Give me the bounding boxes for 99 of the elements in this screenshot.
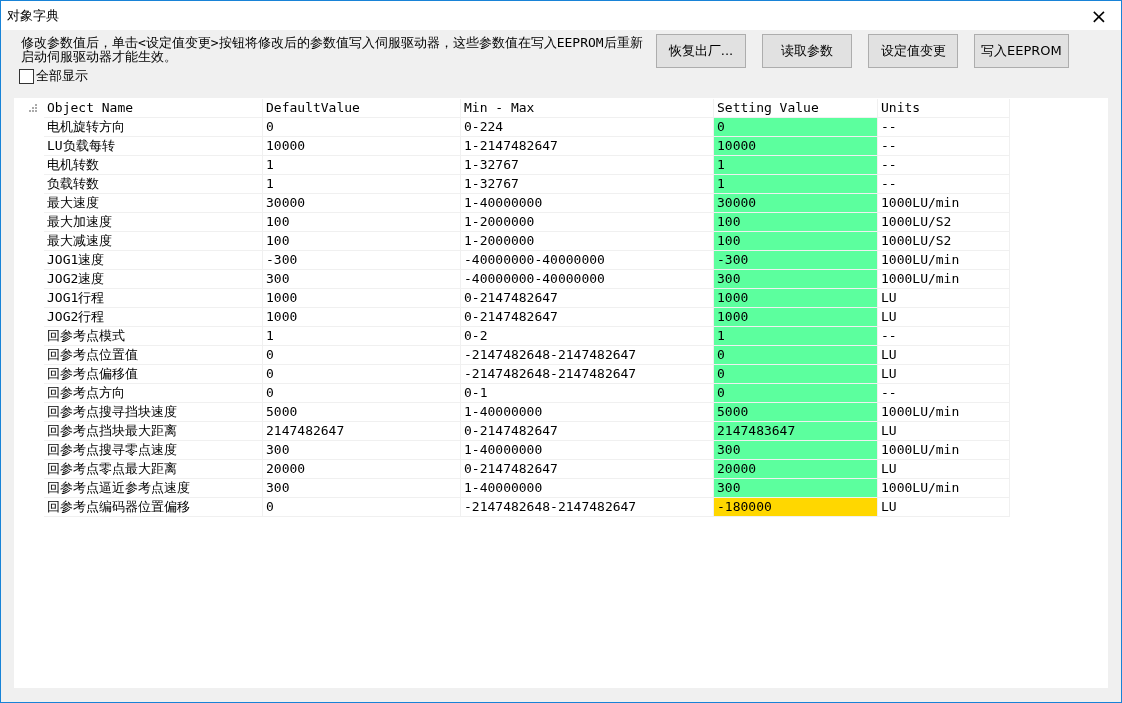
column-header[interactable]: Units xyxy=(877,99,1010,118)
table-cell: 回参考点编码器位置偏移 xyxy=(44,497,263,517)
table-cell: 回参考点偏移值 xyxy=(44,364,263,384)
table-cell: 1000LU/min xyxy=(877,478,1010,498)
table-cell: 回参考点挡块最大距离 xyxy=(44,421,263,441)
toolbar-button[interactable]: 恢复出厂... xyxy=(656,34,746,68)
table-cell: -2147482648-2147482647 xyxy=(460,364,714,384)
column-header[interactable]: Setting Value xyxy=(713,99,878,118)
table-cell: 1-40000000 xyxy=(460,440,714,460)
table-cell: 回参考点零点最大距离 xyxy=(44,459,263,479)
table-cell: 回参考点模式 xyxy=(44,326,263,346)
table-cell: 1000LU/min xyxy=(877,193,1010,213)
instruction-text: 修改参数值后，单击<设定值变更>按钮将修改后的参数值写入伺服驱动器，这些参数值在写入EEPROM后重新启动伺服驱动器才能生效。 xyxy=(21,36,644,64)
table-cell: LU xyxy=(877,345,1010,365)
table-cell: JOG1行程 xyxy=(44,288,263,308)
table-cell: -2147482648-2147482647 xyxy=(460,497,714,517)
table-cell: 0-2 xyxy=(460,326,714,346)
table-cell: -- xyxy=(877,174,1010,194)
toolbar-button[interactable]: 设定值变更 xyxy=(868,34,958,68)
table-cell: 1-2147482647 xyxy=(460,136,714,156)
table-cell: 1-32767 xyxy=(460,174,714,194)
table-cell: 100 xyxy=(262,231,461,251)
table-cell: 0 xyxy=(262,364,461,384)
table-cell: 回参考点逼近参考点速度 xyxy=(44,478,263,498)
table-cell: 1000LU/min xyxy=(877,250,1010,270)
checkbox-label[interactable]: 全部显示 xyxy=(36,67,88,85)
table-cell: -300 xyxy=(262,250,461,270)
table-cell: 5000 xyxy=(262,402,461,422)
table-cell: 回参考点搜寻零点速度 xyxy=(44,440,263,460)
table-cell: -2147482648-2147482647 xyxy=(460,345,714,365)
table-cell: 0-1 xyxy=(460,383,714,403)
table-cell: 1 xyxy=(262,174,461,194)
toolbar-button[interactable]: 写入EEPROM xyxy=(974,34,1069,68)
table-cell: LU负载每转 xyxy=(44,136,263,156)
table-cell: 1000LU/S2 xyxy=(877,212,1010,232)
table-cell: -40000000-40000000 xyxy=(460,250,714,270)
table-cell: -- xyxy=(877,155,1010,175)
table-cell: LU xyxy=(877,421,1010,441)
table-cell: 100 xyxy=(262,212,461,232)
table-cell: 回参考点位置值 xyxy=(44,345,263,365)
table-cell: 1000 xyxy=(262,288,461,308)
table-cell: -40000000-40000000 xyxy=(460,269,714,289)
grip-icon xyxy=(28,103,38,114)
table-cell: -- xyxy=(877,326,1010,346)
table-cell: -- xyxy=(877,383,1010,403)
table-cell: JOG2行程 xyxy=(44,307,263,327)
table-cell: LU xyxy=(877,497,1010,517)
table-cell: -- xyxy=(877,136,1010,156)
table-cell: 300 xyxy=(262,269,461,289)
table-cell: 20000 xyxy=(262,459,461,479)
table-cell: 2147482647 xyxy=(262,421,461,441)
table-cell: 1000LU/min xyxy=(877,402,1010,422)
table-cell: 0 xyxy=(262,497,461,517)
table-cell: 电机旋转方向 xyxy=(44,117,263,137)
table-cell: 0 xyxy=(262,345,461,365)
checkbox[interactable] xyxy=(19,68,34,84)
table-cell: 1-40000000 xyxy=(460,193,714,213)
table-cell: 1-40000000 xyxy=(460,478,714,498)
table-cell: 电机转数 xyxy=(44,155,263,175)
table-cell: 0-224 xyxy=(460,117,714,137)
table-cell: 10000 xyxy=(262,136,461,156)
toolbar-button[interactable]: 读取参数 xyxy=(762,34,852,68)
table-cell: 0-2147482647 xyxy=(460,288,714,308)
table-cell: 最大加速度 xyxy=(44,212,263,232)
table-cell: LU xyxy=(877,364,1010,384)
table-cell: 1-2000000 xyxy=(460,231,714,251)
table-cell: LU xyxy=(877,307,1010,327)
table-cell: -- xyxy=(877,117,1010,137)
table-cell: 负载转数 xyxy=(44,174,263,194)
table-cell: 0-2147482647 xyxy=(460,421,714,441)
table-cell: 最大减速度 xyxy=(44,231,263,251)
table-cell: 1000LU/min xyxy=(877,440,1010,460)
table-cell: 300 xyxy=(262,440,461,460)
column-header[interactable]: DefaultValue xyxy=(262,99,461,118)
table-cell: 1000 xyxy=(262,307,461,327)
table-cell: LU xyxy=(877,459,1010,479)
table-cell: JOG1速度 xyxy=(44,250,263,270)
table-cell: 0-2147482647 xyxy=(460,459,714,479)
table-cell: 1 xyxy=(262,155,461,175)
window-title: 对象字典 xyxy=(7,6,59,25)
table-cell: 1-40000000 xyxy=(460,402,714,422)
column-header[interactable]: Min - Max xyxy=(460,99,714,118)
table-cell: JOG2速度 xyxy=(44,269,263,289)
table-cell: 回参考点搜寻挡块速度 xyxy=(44,402,263,422)
table-cell: 最大速度 xyxy=(44,193,263,213)
close-button[interactable]: × xyxy=(1077,1,1121,30)
table-cell: 0-2147482647 xyxy=(460,307,714,327)
table-cell: 1-2000000 xyxy=(460,212,714,232)
table-cell: 1 xyxy=(262,326,461,346)
table-cell: 1000LU/S2 xyxy=(877,231,1010,251)
table-cell: LU xyxy=(877,288,1010,308)
table-cell: 0 xyxy=(262,383,461,403)
table-cell: 1-32767 xyxy=(460,155,714,175)
table-cell: 300 xyxy=(262,478,461,498)
column-header[interactable]: Object Name xyxy=(44,99,263,118)
table-cell: 0 xyxy=(262,117,461,137)
table-cell: 1000LU/min xyxy=(877,269,1010,289)
table-cell: 回参考点方向 xyxy=(44,383,263,403)
table-cell: 30000 xyxy=(262,193,461,213)
